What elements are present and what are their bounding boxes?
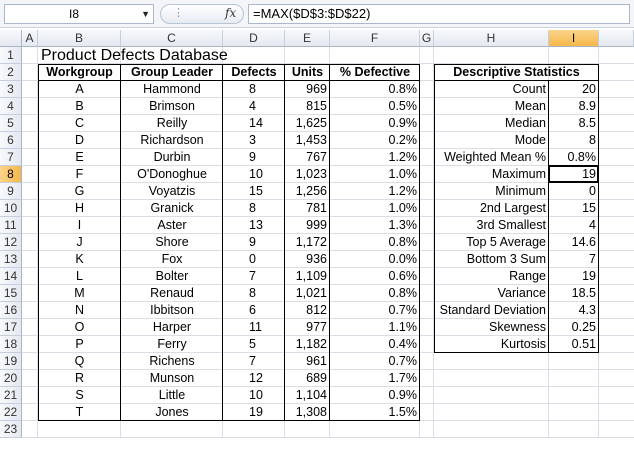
row-header-17[interactable]: 17 [0, 319, 22, 336]
stats-header-underline [434, 80, 599, 81]
table-column-divider [284, 64, 285, 421]
formula-input[interactable]: =MAX($D$3:$D$22) [248, 4, 630, 24]
row-header-1[interactable]: 1 [0, 47, 22, 64]
table-column-divider [120, 64, 121, 421]
row-header-10[interactable]: 10 [0, 200, 22, 217]
row-header-16[interactable]: 16 [0, 302, 22, 319]
column-header-b[interactable]: B [38, 30, 121, 47]
select-all-corner[interactable] [0, 30, 22, 47]
column-header-c[interactable]: C [121, 30, 223, 47]
name-box-value: I8 [69, 7, 80, 21]
row-header-7[interactable]: 7 [0, 149, 22, 166]
row-header-5[interactable]: 5 [0, 115, 22, 132]
row-header-14[interactable]: 14 [0, 268, 22, 285]
column-header-g[interactable]: G [420, 30, 434, 47]
row-header-4[interactable]: 4 [0, 98, 22, 115]
row-header-13[interactable]: 13 [0, 251, 22, 268]
row-header-12[interactable]: 12 [0, 234, 22, 251]
stats-column-divider [548, 81, 549, 353]
column-header-d[interactable]: D [223, 30, 285, 47]
formula-bar: I8 ▼ ⋮ fx =MAX($D$3:$D$22) [0, 0, 634, 28]
table-column-divider [329, 64, 330, 421]
column-header-e[interactable]: E [285, 30, 330, 47]
gridline [22, 437, 634, 438]
column-header-h[interactable]: H [434, 30, 549, 47]
function-controls: ⋮ fx [160, 4, 244, 24]
resize-dots-icon[interactable]: ⋮ [173, 6, 185, 19]
table-column-divider [222, 64, 223, 421]
column-header-a[interactable]: A [22, 30, 38, 47]
chevron-down-icon[interactable]: ▼ [141, 5, 150, 23]
column-header-i[interactable]: I [549, 30, 599, 47]
row-header-11[interactable]: 11 [0, 217, 22, 234]
row-header-8[interactable]: 8 [0, 166, 22, 183]
row-header-15[interactable]: 15 [0, 285, 22, 302]
row-header-20[interactable]: 20 [0, 370, 22, 387]
row-header-6[interactable]: 6 [0, 132, 22, 149]
stats-border [434, 64, 599, 353]
table-border [38, 64, 420, 421]
spreadsheet-grid: A B C D E F G H I 1 2 3 4 5 6 7 8 9 10 11 12 13 14 15 16 17 18 19 20… [0, 30, 634, 458]
column-header-filler [599, 30, 634, 47]
table-header-underline [38, 80, 420, 81]
row-header-18[interactable]: 18 [0, 336, 22, 353]
insert-function-icon[interactable]: fx [225, 6, 236, 20]
row-header-2[interactable]: 2 [0, 64, 22, 81]
row-header-23[interactable]: 23 [0, 421, 22, 438]
sheet-title: Product Defects Database [41, 47, 228, 64]
name-box[interactable]: I8 ▼ [4, 4, 154, 24]
column-header-f[interactable]: F [330, 30, 420, 47]
row-header-3[interactable]: 3 [0, 81, 22, 98]
row-header-22[interactable]: 22 [0, 404, 22, 421]
row-header-9[interactable]: 9 [0, 183, 22, 200]
row-header-19[interactable]: 19 [0, 353, 22, 370]
row-header-21[interactable]: 21 [0, 387, 22, 404]
